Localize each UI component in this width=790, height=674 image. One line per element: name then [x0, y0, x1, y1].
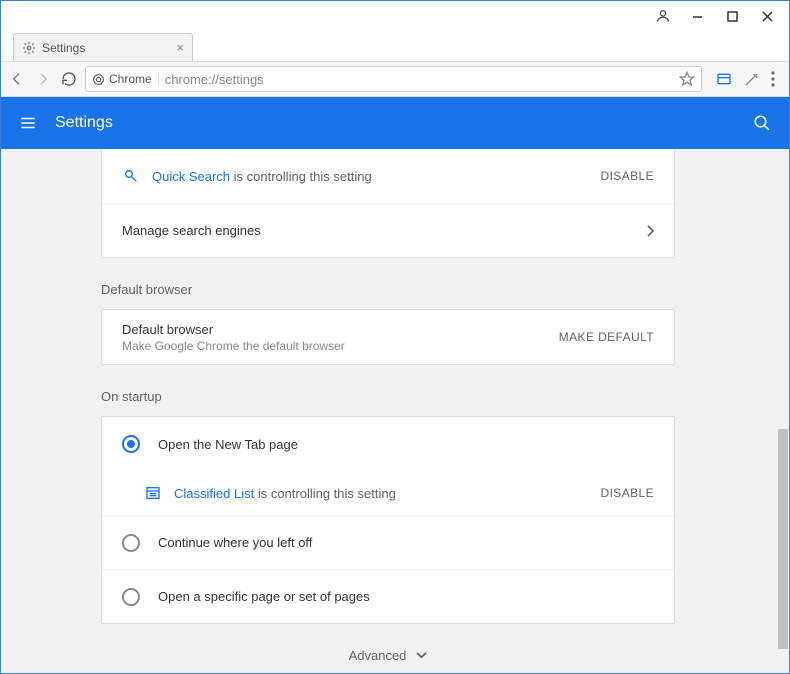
gear-icon	[22, 41, 36, 55]
url-text: chrome://settings	[165, 72, 264, 87]
startup-option-label: Open a specific page or set of pages	[158, 589, 370, 604]
minimize-button[interactable]	[680, 2, 715, 30]
startup-option-continue[interactable]: Continue where you left off	[102, 515, 674, 569]
tab-settings[interactable]: Settings ×	[13, 33, 193, 61]
chevron-right-icon	[647, 225, 654, 237]
advanced-toggle[interactable]: Advanced	[1, 624, 775, 673]
search-icon[interactable]	[753, 114, 771, 132]
quick-search-link[interactable]: Quick Search	[152, 169, 230, 184]
panel-icon[interactable]	[716, 71, 732, 87]
controller-text: Quick Search is controlling this setting	[152, 169, 372, 184]
startup-option-label: Open the New Tab page	[158, 437, 298, 452]
tab-close-icon[interactable]: ×	[176, 40, 184, 55]
settings-header: Settings	[1, 97, 789, 149]
tab-title: Settings	[42, 41, 85, 55]
extension-icon[interactable]	[744, 72, 759, 87]
tab-strip: Settings ×	[1, 31, 789, 61]
manage-search-engines-label: Manage search engines	[122, 223, 261, 238]
quick-search-icon	[122, 168, 140, 184]
default-browser-row: Default browser Make Google Chrome the d…	[102, 310, 674, 364]
hamburger-icon[interactable]	[19, 114, 37, 132]
page-title: Settings	[55, 114, 113, 132]
controller-text: Classified List is controlling this sett…	[174, 486, 396, 501]
classified-list-icon	[144, 485, 162, 501]
default-browser-section-label: Default browser	[101, 282, 675, 297]
content-viewport: Quick Search is controlling this setting…	[1, 149, 789, 673]
startup-option-label: Continue where you left off	[158, 535, 312, 550]
manage-search-engines-row[interactable]: Manage search engines	[102, 203, 674, 257]
startup-option-new-tab[interactable]: Open the New Tab page	[102, 417, 674, 471]
reload-button[interactable]	[61, 71, 77, 87]
scrollbar-thumb[interactable]	[778, 429, 788, 649]
disable-button[interactable]: DISABLE	[601, 486, 655, 500]
window-titlebar	[1, 1, 789, 31]
star-icon[interactable]	[679, 71, 695, 87]
close-button[interactable]	[750, 2, 785, 30]
maximize-button[interactable]	[715, 2, 750, 30]
advanced-label: Advanced	[349, 648, 407, 663]
menu-icon[interactable]	[771, 71, 775, 87]
on-startup-card: Open the New Tab page Classified List is…	[101, 416, 675, 624]
default-browser-title: Default browser	[122, 322, 345, 337]
forward-button[interactable]	[35, 71, 51, 87]
startup-option-specific[interactable]: Open a specific page or set of pages	[102, 569, 674, 623]
default-browser-sub: Make Google Chrome the default browser	[122, 339, 345, 353]
url-scheme-chip: Chrome	[92, 72, 159, 86]
on-startup-section-label: On startup	[101, 389, 675, 404]
default-browser-card: Default browser Make Google Chrome the d…	[101, 309, 675, 365]
omnibox[interactable]: Chrome chrome://settings	[85, 66, 702, 92]
user-profile-icon[interactable]	[645, 2, 680, 30]
search-engine-card: Quick Search is controlling this setting…	[101, 149, 675, 258]
search-engine-controller-row: Quick Search is controlling this setting…	[102, 149, 674, 203]
toolbar: Chrome chrome://settings	[1, 61, 789, 97]
chevron-down-icon	[416, 652, 427, 659]
radio-icon	[122, 534, 140, 552]
startup-controller-row: Classified List is controlling this sett…	[102, 471, 674, 515]
back-button[interactable]	[9, 71, 25, 87]
classified-list-link[interactable]: Classified List	[174, 486, 254, 501]
radio-icon	[122, 588, 140, 606]
radio-icon	[122, 435, 140, 453]
scrollbar[interactable]	[775, 149, 789, 673]
disable-button[interactable]: DISABLE	[601, 169, 655, 183]
make-default-button[interactable]: MAKE DEFAULT	[559, 330, 654, 344]
